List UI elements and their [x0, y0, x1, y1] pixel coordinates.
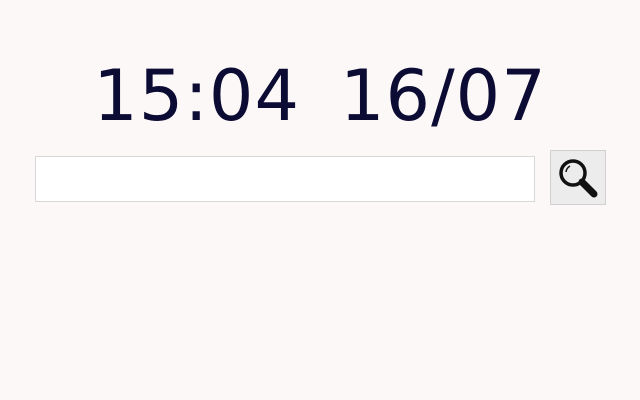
start-page: 15:04 16/07: [0, 0, 640, 400]
search-button[interactable]: [550, 150, 606, 205]
clock-time: 15:04: [93, 55, 300, 137]
search-icon: [556, 156, 600, 200]
search-input[interactable]: [35, 156, 535, 202]
clock-display: 15:04 16/07: [0, 56, 640, 136]
clock-date: 16/07: [340, 55, 547, 137]
